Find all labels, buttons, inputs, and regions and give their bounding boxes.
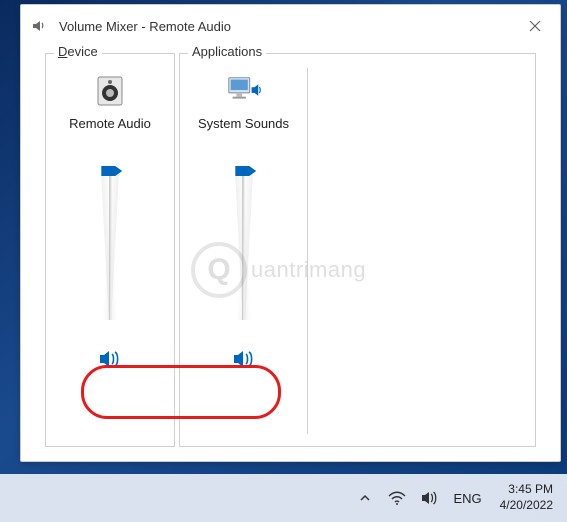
device-channel-label: Remote Audio — [69, 116, 151, 152]
taskbar-clock[interactable]: 3:45 PM 4/20/2022 — [500, 482, 553, 513]
clock-date: 4/20/2022 — [500, 498, 553, 514]
app-mute-button[interactable] — [230, 346, 258, 372]
window-title: Volume Mixer - Remote Audio — [59, 19, 518, 34]
titlebar: Volume Mixer - Remote Audio — [21, 5, 560, 47]
applications-group: Applications System Sounds — [179, 53, 536, 447]
device-volume-slider[interactable] — [95, 164, 125, 324]
language-indicator[interactable]: ENG — [453, 491, 481, 506]
applications-group-label: Applications — [188, 44, 266, 59]
app-volume-slider[interactable] — [229, 164, 259, 324]
taskbar: ENG 3:45 PM 4/20/2022 — [0, 474, 567, 522]
close-icon — [529, 20, 541, 32]
device-group-label: Device — [54, 44, 102, 59]
speaker-on-icon — [98, 348, 122, 370]
window-content: Device Remote Audio — [21, 47, 560, 461]
app-channel-system-sounds: System Sounds — [180, 68, 308, 434]
slider-thumb-icon — [235, 164, 257, 178]
clock-time: 3:45 PM — [500, 482, 553, 498]
device-group: Device Remote Audio — [45, 53, 175, 447]
slider-thumb-icon — [101, 164, 123, 178]
app-channel-label: System Sounds — [198, 116, 289, 152]
volume-mixer-window: Volume Mixer - Remote Audio Device Remot… — [20, 4, 561, 462]
wifi-icon[interactable] — [386, 487, 408, 509]
tray-overflow-chevron-icon[interactable] — [354, 487, 376, 509]
close-button[interactable] — [518, 11, 552, 41]
device-mute-button[interactable] — [96, 346, 124, 372]
speaker-on-icon — [232, 348, 256, 370]
system-sounds-icon[interactable] — [225, 72, 263, 110]
device-speaker-icon[interactable] — [91, 72, 129, 110]
device-channel: Remote Audio — [46, 68, 174, 372]
speaker-app-icon — [31, 17, 49, 35]
volume-tray-icon[interactable] — [418, 487, 440, 509]
